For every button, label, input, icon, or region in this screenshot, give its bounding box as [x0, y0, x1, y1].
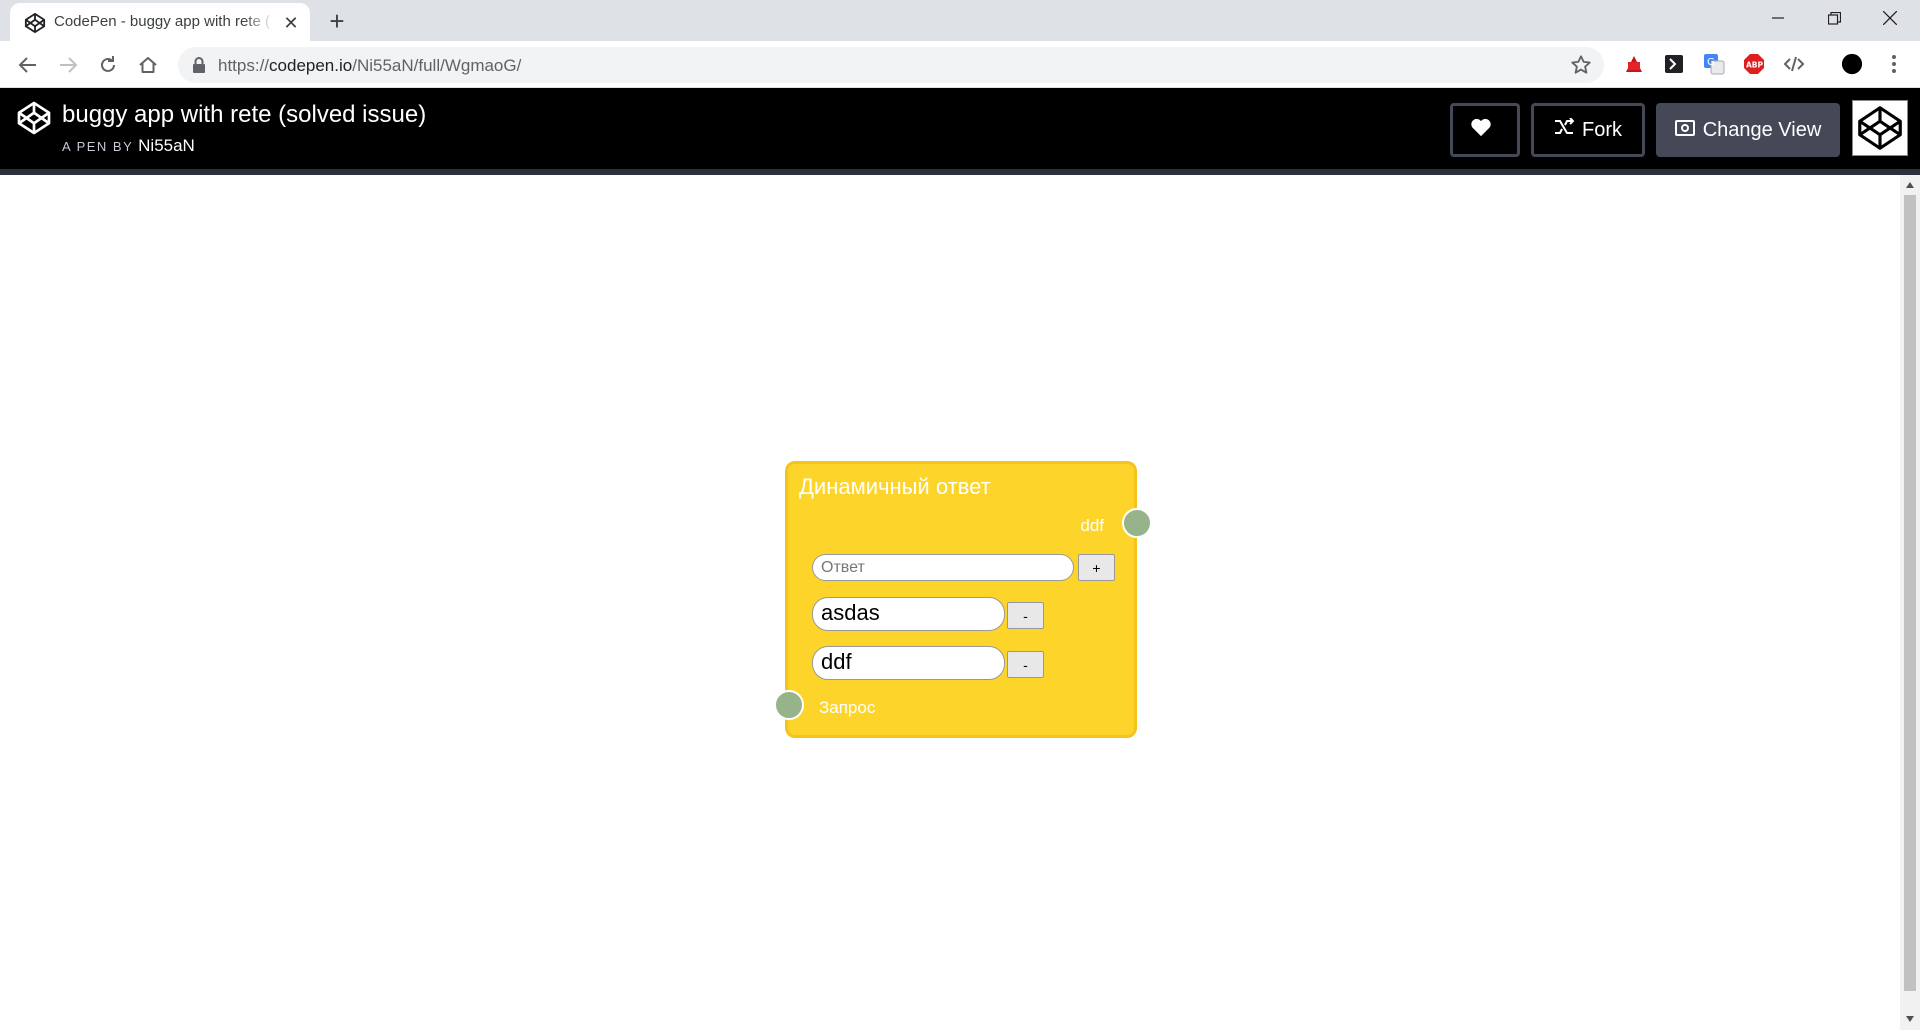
node-title: Динамичный ответ — [799, 474, 991, 499]
minimize-icon[interactable] — [1750, 0, 1806, 36]
answer-field[interactable]: ddf — [812, 646, 1005, 680]
heart-button[interactable] — [1450, 103, 1520, 157]
input-socket[interactable] — [774, 690, 804, 720]
change-view-button[interactable]: Change View — [1656, 103, 1840, 157]
change-view-icon — [1674, 119, 1703, 142]
lock-icon — [192, 57, 206, 73]
answer-field[interactable]: asdas — [812, 597, 1005, 631]
svg-text:G: G — [1707, 57, 1715, 68]
forward-arrow-icon[interactable] — [52, 49, 84, 81]
browser-tab-strip: CodePen - buggy app with rete ( ✕ + — [0, 0, 1920, 41]
fork-button[interactable]: Fork — [1531, 103, 1645, 157]
tab-title: CodePen - buggy app with rete ( — [54, 13, 274, 33]
codepen-header: buggy app with rete (solved issue) A PEN… — [0, 88, 1920, 169]
browser-toolbar: https://codepen.io/Ni55aN/full/WgmaoG/ G… — [0, 41, 1920, 88]
google-translate-icon[interactable]: G — [1703, 53, 1725, 75]
home-icon[interactable] — [132, 49, 164, 81]
svg-text:ABP: ABP — [1746, 61, 1764, 70]
answer-input[interactable] — [812, 554, 1074, 581]
codepen-icon — [24, 12, 46, 34]
pen-by-label: A PEN BY — [62, 139, 134, 154]
pen-title[interactable]: buggy app with rete (solved issue) — [62, 101, 426, 129]
rete-node[interactable]: Динамичный ответ ddf + asdas - ddf - Зап… — [774, 461, 1152, 738]
avatar[interactable] — [1852, 100, 1908, 156]
close-icon[interactable] — [1862, 0, 1918, 36]
acrobat-icon[interactable] — [1623, 53, 1645, 75]
vertical-scrollbar[interactable] — [1900, 175, 1920, 1030]
scroll-up-arrow-icon[interactable] — [1900, 177, 1920, 193]
input-label: Запрос — [819, 698, 876, 717]
back-arrow-icon[interactable] — [12, 49, 44, 81]
pen-byline: A PEN BY Ni55aN — [62, 136, 195, 156]
fork-label: Fork — [1582, 118, 1622, 141]
output-label: ddf — [1080, 516, 1104, 535]
profile-icon[interactable] — [1841, 53, 1863, 75]
browser-tab[interactable]: CodePen - buggy app with rete ( ✕ — [10, 3, 310, 41]
author-link[interactable]: Ni55aN — [138, 136, 195, 155]
new-tab-button[interactable]: + — [322, 6, 352, 36]
reload-icon[interactable] — [92, 49, 124, 81]
remove-answer-button[interactable]: - — [1007, 651, 1044, 678]
restore-icon[interactable] — [1806, 0, 1862, 36]
fork-icon — [1554, 117, 1582, 142]
code-icon[interactable] — [1783, 53, 1805, 75]
menu-icon[interactable] — [1883, 53, 1905, 75]
heart-icon — [1470, 117, 1500, 143]
add-answer-button[interactable]: + — [1078, 554, 1115, 581]
scrollbar-thumb[interactable] — [1904, 195, 1916, 991]
url-host: codepen.io — [269, 56, 353, 75]
url-scheme: https:// — [218, 56, 270, 75]
adblock-icon[interactable]: ABP — [1743, 53, 1765, 75]
output-socket[interactable] — [1122, 508, 1152, 538]
change-view-label: Change View — [1702, 118, 1822, 141]
tab-close-icon[interactable]: ✕ — [280, 12, 302, 34]
remove-answer-button[interactable]: - — [1007, 602, 1044, 629]
codepen-logo-icon[interactable] — [16, 100, 52, 136]
url-path: /Ni55aN/full/WgmaoG/ — [352, 56, 522, 75]
scroll-down-arrow-icon[interactable] — [1900, 1011, 1920, 1027]
address-bar[interactable]: https://codepen.io/Ni55aN/full/WgmaoG/ — [178, 47, 1604, 83]
bookmark-star-icon[interactable] — [1570, 54, 1592, 76]
terminal-icon[interactable] — [1663, 53, 1685, 75]
url-text: https://codepen.io/Ni55aN/full/WgmaoG/ — [218, 56, 521, 76]
